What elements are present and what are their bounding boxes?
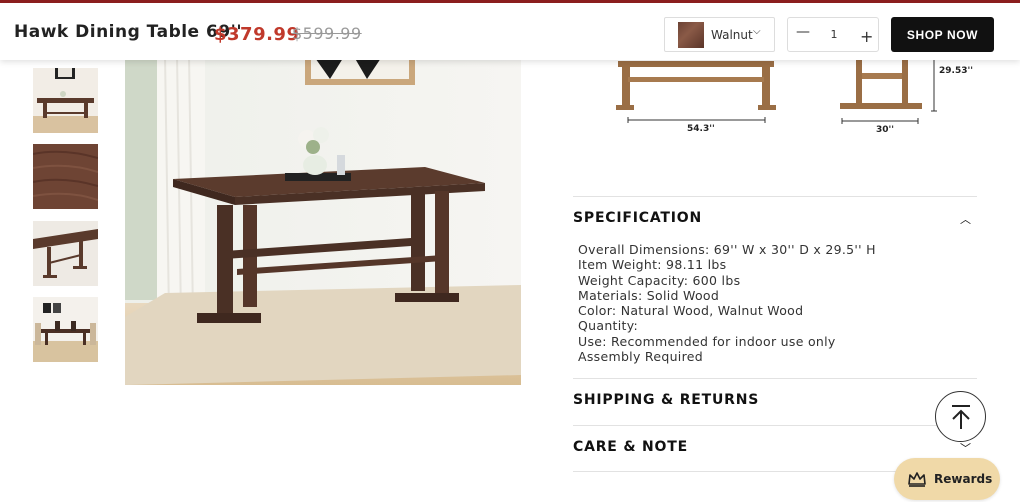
specification-accordion-header[interactable]: SPECIFICATION ︿ (573, 208, 977, 230)
shipping-returns-title: SHIPPING & RETURNS (573, 392, 760, 408)
divider (573, 378, 977, 379)
specification-list: Overall Dimensions: 69'' W x 30'' D x 29… (578, 242, 968, 364)
sticky-product-bar: Hawk Dining Table 69'' $379.99 $599.99 W… (0, 0, 1020, 60)
width-dimension-label: 54.3'' (687, 124, 715, 134)
arrow-up-icon (951, 404, 970, 429)
variant-swatch (678, 22, 704, 48)
spec-item: Item Weight: 98.11 lbs (578, 257, 727, 273)
thumbnail-dining-room-image (33, 297, 98, 362)
original-price: $599.99 (292, 24, 362, 43)
specification-title: SPECIFICATION (573, 210, 702, 226)
thumbnail-wood-grain-image (33, 144, 98, 209)
spec-item: Materials: Solid Wood (578, 287, 720, 303)
dining-table-photo (125, 55, 521, 385)
back-to-top-button[interactable] (935, 391, 986, 442)
quantity-stepper[interactable]: — 1 + (787, 17, 879, 52)
care-note-accordion-header[interactable]: CARE & NOTE ﹀ (573, 437, 977, 459)
product-title: Hawk Dining Table 69'' (14, 22, 243, 42)
chevron-down-icon: ﹀ (960, 442, 971, 455)
shipping-returns-accordion-header[interactable]: SHIPPING & RETURNS (573, 390, 977, 412)
thumbnail-2[interactable] (33, 144, 98, 209)
thumbnail-1[interactable] (33, 68, 98, 133)
variant-select[interactable]: Walnut ⌵ (664, 17, 775, 52)
divider (573, 425, 977, 426)
spec-item: Quantity: (578, 318, 639, 334)
chevron-up-icon: ︿ (960, 213, 971, 226)
height-dimension-label: 29.53'' (939, 66, 973, 76)
chevron-down-icon: ⌵ (753, 26, 761, 37)
spec-item: Assembly Required (578, 349, 703, 365)
increase-quantity-button[interactable]: + (860, 27, 873, 46)
crown-icon (908, 472, 926, 487)
variant-label: Walnut (711, 28, 753, 42)
shop-now-button[interactable]: SHOP NOW (891, 17, 994, 52)
depth-dimension-label: 30'' (876, 125, 895, 135)
rewards-label: Rewards (934, 472, 993, 486)
spec-item: Weight Capacity: 600 lbs (578, 272, 741, 288)
thumbnail-table-image (33, 68, 98, 133)
table-dimension-drawing (616, 55, 937, 124)
main-product-image[interactable] (125, 55, 521, 385)
rewards-button[interactable]: Rewards (894, 458, 1000, 500)
thumbnail-4[interactable] (33, 297, 98, 362)
thumbnail-table-angle-image (33, 221, 98, 286)
spec-item: Use: Recommended for indoor use only (578, 333, 836, 349)
dimension-diagram: 54.3'' 29.53'' 30'' (600, 55, 990, 150)
quantity-value[interactable]: 1 (824, 28, 844, 41)
decrease-quantity-button[interactable]: — (796, 24, 810, 40)
care-note-title: CARE & NOTE (573, 439, 688, 455)
spec-item: Overall Dimensions: 69'' W x 30'' D x 29… (578, 242, 876, 257)
thumbnail-3[interactable] (33, 221, 98, 286)
spec-item: Color: Natural Wood, Walnut Wood (578, 303, 804, 319)
divider (573, 196, 977, 197)
sale-price: $379.99 (214, 24, 300, 45)
